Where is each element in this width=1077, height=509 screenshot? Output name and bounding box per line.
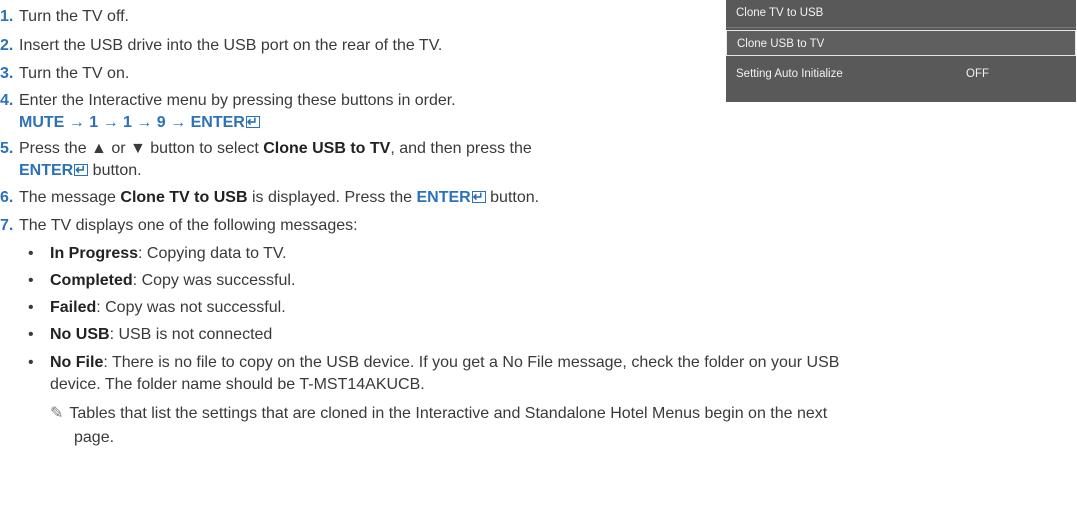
step-text-part: button.: [88, 162, 142, 179]
bullet-icon: •: [28, 272, 34, 289]
enter-key-icon: [471, 186, 486, 208]
message-term: Completed: [50, 272, 133, 289]
step-number: 2.: [0, 37, 14, 54]
note-text: page.: [74, 429, 115, 446]
enter-key-icon: [74, 159, 89, 181]
bullet-icon: •: [28, 326, 34, 343]
tv-menu-panel: Clone TV to USB Clone USB to TV Setting …: [726, 0, 1076, 102]
step-text: Turn the TV on.: [19, 65, 130, 82]
step-text-part: The message: [19, 189, 121, 206]
step-number: 5.: [0, 140, 14, 157]
message-term: Failed: [50, 299, 97, 316]
message-desc-continued: device. The folder name should be T-MST1…: [50, 376, 425, 393]
button-sequence: MUTE → 1 → 1 → 9 → ENTER: [19, 111, 260, 134]
menu-item-label: Clone TV to USB: [736, 7, 824, 19]
message-desc: : There is no file to copy on the USB de…: [103, 354, 840, 371]
menu-option-name: Clone USB to TV: [263, 140, 391, 157]
message-term: In Progress: [50, 245, 139, 262]
menu-item-label: Setting Auto Initialize: [736, 68, 843, 80]
bullet-icon: •: [28, 299, 34, 316]
step-text-part: button.: [485, 189, 540, 206]
note-continued: page.: [74, 427, 114, 449]
message-term: No USB: [50, 326, 110, 343]
bullet-icon: •: [28, 354, 34, 371]
step-text: The message Clone TV to USB is displayed…: [19, 186, 540, 209]
step-text: Insert the USB drive into the USB port o…: [19, 37, 443, 54]
step-number: 4.: [0, 92, 14, 109]
key-name: ENTER: [416, 189, 471, 206]
note: ✎ Tables that list the settings that are …: [50, 403, 827, 425]
menu-item-clone-usb-to-tv[interactable]: Clone USB to TV: [726, 30, 1076, 56]
menu-item-setting-auto-initialize[interactable]: Setting Auto Initialize OFF: [726, 61, 1076, 87]
step-number: 6.: [0, 189, 14, 206]
menu-item-label: Clone USB to TV: [737, 38, 825, 50]
step-text-part: , and then press the: [390, 140, 532, 157]
step-text: Press the ▲ or ▼ button to select Clone …: [19, 138, 532, 160]
pencil-note-icon: ✎: [50, 405, 64, 422]
menu-item-value: OFF: [966, 68, 989, 80]
step-text: The TV displays one of the following mes…: [19, 217, 358, 234]
step-text-part: Press the ▲ or ▼ button to select: [19, 140, 264, 157]
step-number: 1.: [0, 8, 14, 25]
menu-item-clone-tv-to-usb[interactable]: Clone TV to USB: [726, 0, 1076, 26]
message-desc: : Copy was not successful.: [96, 299, 286, 316]
message-name: Clone TV to USB: [120, 189, 248, 206]
enter-key-icon: [245, 111, 260, 133]
bullet-icon: •: [28, 245, 34, 262]
key-name: ENTER: [19, 162, 74, 179]
step-text-continued: ENTER button.: [19, 159, 142, 182]
step-number: 7.: [0, 217, 14, 234]
step-text-part: is displayed. Press the: [247, 189, 417, 206]
message-term: No File: [50, 354, 104, 371]
button-sequence-text: MUTE → 1 → 1 → 9 → ENTER: [19, 114, 245, 131]
step-text: Enter the Interactive menu by pressing t…: [19, 92, 456, 109]
message-desc: : USB is not connected: [109, 326, 273, 343]
step-text: Turn the TV off.: [19, 8, 129, 25]
menu-divider: [726, 27, 1076, 28]
note-text: Tables that list the settings that are c…: [69, 405, 828, 422]
step-number: 3.: [0, 65, 14, 82]
message-desc: : Copying data to TV.: [138, 245, 287, 262]
message-desc: : Copy was successful.: [132, 272, 296, 289]
